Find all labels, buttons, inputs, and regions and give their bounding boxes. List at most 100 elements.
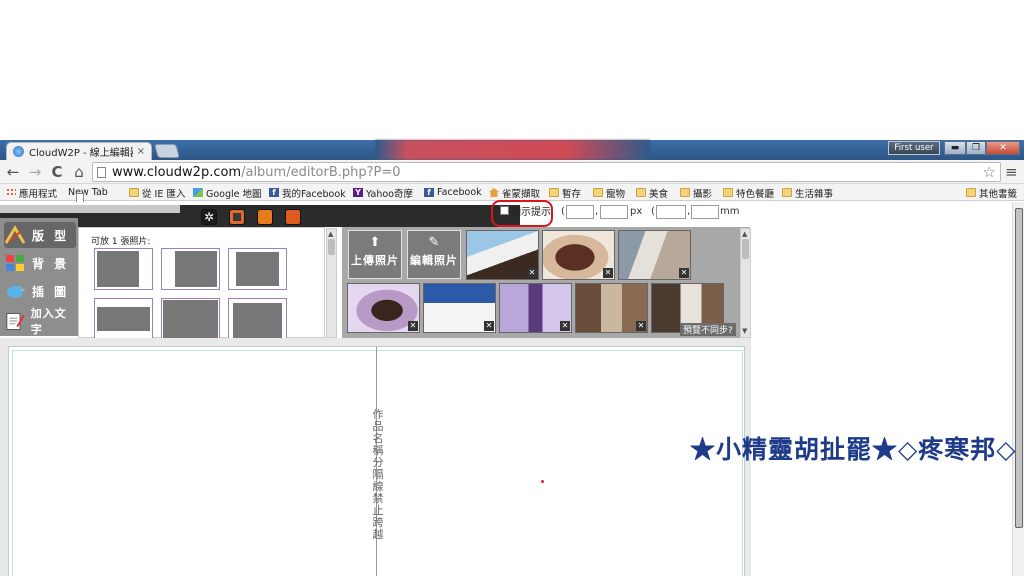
page-scrollbar[interactable] bbox=[1012, 202, 1024, 576]
google-maps-icon bbox=[193, 188, 203, 197]
photo-thumbnail[interactable]: ✕ bbox=[423, 283, 496, 333]
user-badge[interactable]: First user bbox=[888, 141, 940, 155]
show-hint-toggle[interactable]: 顯示提示 bbox=[500, 203, 551, 218]
bookmark-food[interactable]: 美食 bbox=[636, 185, 668, 200]
bookmark-restaurants[interactable]: 特色餐廳 bbox=[723, 185, 774, 200]
bookmark-facebook[interactable]: f Facebook bbox=[424, 185, 482, 200]
remove-photo-icon[interactable]: ✕ bbox=[603, 268, 613, 278]
remove-photo-icon[interactable]: ✕ bbox=[408, 321, 418, 331]
page-icon bbox=[97, 166, 106, 178]
photo-thumbnail[interactable]: ✕ bbox=[542, 230, 615, 280]
sync-note[interactable]: 預覽不同步? bbox=[680, 323, 736, 336]
folder-icon bbox=[782, 188, 792, 197]
settings-gear-icon[interactable]: ✲ bbox=[201, 209, 217, 225]
photo-thumbnail[interactable]: ✕ bbox=[466, 230, 539, 280]
unit-mm: mm bbox=[720, 206, 740, 217]
tab-close-icon[interactable]: × bbox=[137, 146, 145, 157]
bookmark-star-icon[interactable]: ☆ bbox=[983, 163, 996, 181]
bookmark-capture[interactable]: 雀蒙擷取 bbox=[489, 185, 540, 200]
scroll-up-icon[interactable]: ▲ bbox=[328, 230, 333, 238]
width-px-field[interactable] bbox=[566, 205, 594, 219]
category-layout[interactable]: 版 型 bbox=[4, 222, 76, 248]
scroll-thumb[interactable] bbox=[742, 239, 749, 259]
folder-icon bbox=[129, 188, 139, 197]
right-empty-panel bbox=[751, 202, 1024, 576]
bookmark-apps[interactable]: 應用程式 bbox=[6, 185, 57, 200]
layout-template[interactable] bbox=[228, 298, 287, 341]
folder-icon bbox=[549, 188, 559, 197]
chrome-menu-icon[interactable]: ≡ bbox=[1005, 163, 1018, 181]
bookmark-label: 暫存 bbox=[562, 188, 582, 200]
book-icon[interactable] bbox=[257, 209, 273, 225]
bookmark-temp[interactable]: 暫存 bbox=[549, 185, 581, 200]
bookmark-label: 雀蒙擷取 bbox=[502, 188, 541, 200]
scroll-down-icon[interactable]: ▼ bbox=[742, 327, 747, 335]
category-clipart[interactable]: 插 圖 bbox=[4, 278, 76, 304]
album-page[interactable]: 作品名稱分隔線 禁止跨越 bbox=[8, 346, 745, 576]
scrollbar-thumb[interactable] bbox=[1015, 208, 1023, 528]
cloud-favicon-icon bbox=[13, 146, 24, 157]
edit-photo-button[interactable]: ✎ 編輯照片 bbox=[407, 230, 461, 279]
bookmark-label: 寵物 bbox=[606, 188, 626, 200]
home-icon[interactable]: ⌂ bbox=[70, 163, 88, 181]
height-px-field[interactable] bbox=[600, 205, 628, 219]
layout-scrollbar[interactable]: ▲ bbox=[326, 228, 337, 338]
bookmark-label: 攝影 bbox=[693, 188, 713, 200]
upload-photo-button[interactable]: ⬆ 上傳照片 bbox=[348, 230, 402, 279]
folder-open-icon[interactable] bbox=[285, 209, 301, 225]
back-icon[interactable]: ← bbox=[4, 163, 22, 181]
layout-template[interactable] bbox=[94, 298, 153, 340]
url-input[interactable]: www.cloudw2p.com /album/editorB.php?P=0 … bbox=[92, 162, 1001, 182]
folder-icon bbox=[680, 188, 690, 197]
bookmark-other[interactable]: 其他書籤 bbox=[966, 185, 1017, 200]
remove-photo-icon[interactable]: ✕ bbox=[679, 268, 689, 278]
forward-icon[interactable]: → bbox=[26, 163, 44, 181]
bookmark-yahoo[interactable]: Y Yahoo奇摩 bbox=[353, 185, 413, 200]
bookmark-label: 我的Facebook bbox=[282, 188, 346, 200]
bird-icon bbox=[7, 286, 26, 298]
folder-icon bbox=[723, 188, 733, 197]
remove-photo-icon[interactable]: ✕ bbox=[527, 268, 537, 278]
paren-left-px: ( bbox=[561, 206, 565, 217]
width-mm-field[interactable] bbox=[656, 205, 686, 219]
photo-thumbnail[interactable]: ✕ bbox=[499, 283, 572, 333]
minimize-button[interactable]: ▬ bbox=[944, 141, 966, 155]
layout-template[interactable] bbox=[94, 248, 153, 290]
photo-thumbnail[interactable]: ✕ bbox=[618, 230, 691, 280]
category-background[interactable]: 背 景 bbox=[4, 250, 76, 276]
category-label: 版 型 bbox=[32, 228, 70, 243]
layout-template[interactable] bbox=[228, 248, 287, 290]
scroll-up-icon[interactable]: ▲ bbox=[742, 230, 747, 238]
bookmark-pets[interactable]: 寵物 bbox=[593, 185, 625, 200]
remove-photo-icon[interactable]: ✕ bbox=[636, 321, 646, 331]
url-path: /album/editorB.php?P=0 bbox=[241, 164, 401, 180]
browser-tab[interactable]: CloudW2P - 線上編輯器 × bbox=[6, 142, 152, 160]
height-mm-field[interactable] bbox=[691, 205, 719, 219]
hint-checkbox[interactable] bbox=[500, 206, 509, 215]
bookmark-photography[interactable]: 攝影 bbox=[680, 185, 712, 200]
category-add-text[interactable]: 加入文字 bbox=[4, 307, 76, 336]
maximize-button[interactable]: ❐ bbox=[966, 141, 986, 155]
reload-icon[interactable]: C bbox=[48, 163, 66, 181]
layout-template[interactable] bbox=[161, 298, 220, 340]
scroll-thumb[interactable] bbox=[328, 239, 335, 255]
bookmark-life[interactable]: 生活雜事 bbox=[782, 185, 833, 200]
bookmarks-bar: 應用程式 New Tab 從 IE 匯入 Google 地圖 f 我的Facebo… bbox=[0, 184, 1024, 203]
new-tab-button[interactable] bbox=[154, 144, 180, 158]
layout-template[interactable] bbox=[161, 248, 220, 290]
apps-icon bbox=[6, 188, 16, 197]
photo-thumbnail[interactable]: ✕ bbox=[347, 283, 420, 333]
remove-photo-icon[interactable]: ✕ bbox=[484, 321, 494, 331]
bookmark-new-tab[interactable]: New Tab bbox=[68, 185, 108, 203]
photo-thumbnail[interactable]: ✕ bbox=[575, 283, 648, 333]
close-window-button[interactable]: ✕ bbox=[986, 141, 1020, 155]
unit-px: px bbox=[630, 206, 643, 217]
photo-scrollbar[interactable]: ▲ ▼ bbox=[740, 228, 751, 338]
editor-canvas: 作品名稱分隔線 禁止跨越 bbox=[0, 338, 751, 576]
remove-photo-icon[interactable]: ✕ bbox=[560, 321, 570, 331]
edit-label: 編輯照片 bbox=[410, 254, 458, 267]
bookmark-ie-import[interactable]: 從 IE 匯入 bbox=[129, 185, 185, 200]
grid-layout-icon[interactable] bbox=[229, 209, 245, 225]
bookmark-my-facebook[interactable]: f 我的Facebook bbox=[269, 185, 346, 200]
bookmark-google-maps[interactable]: Google 地圖 bbox=[193, 185, 262, 200]
